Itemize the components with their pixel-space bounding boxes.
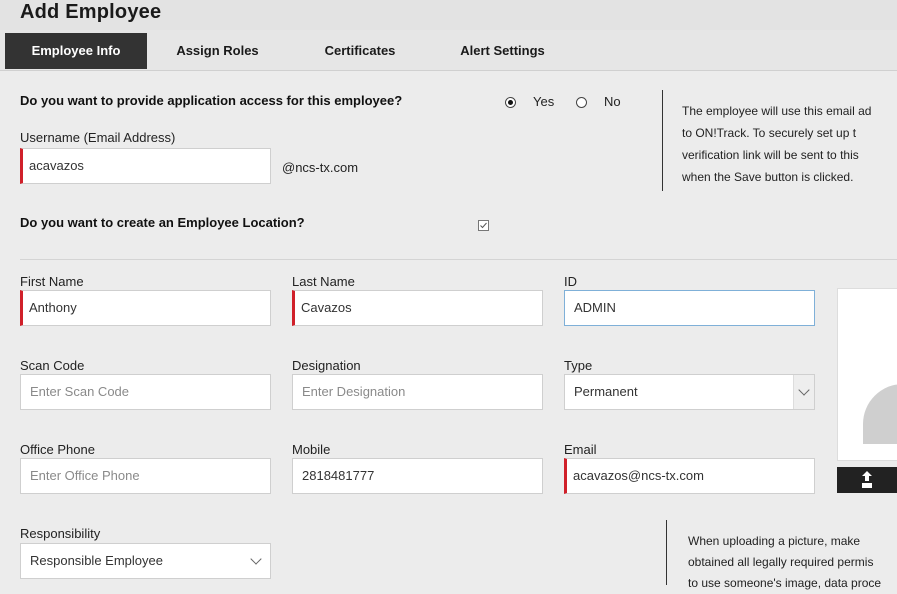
person-silhouette-body xyxy=(863,384,897,444)
email-label: Email xyxy=(564,442,597,457)
id-input[interactable]: ADMIN xyxy=(564,290,815,326)
type-label: Type xyxy=(564,358,593,373)
last-name-label: Last Name xyxy=(292,274,355,289)
type-value: Permanent xyxy=(574,384,638,399)
access-info-text: The employee will use this email ad to O… xyxy=(682,100,897,188)
username-label: Username (Email Address) xyxy=(20,130,176,145)
first-name-input[interactable]: Anthony xyxy=(20,290,271,326)
info-line: to ON!Track. To securely set up t xyxy=(682,126,857,140)
tab-certificates[interactable]: Certificates xyxy=(300,33,420,69)
chevron-down-icon xyxy=(798,384,810,396)
mobile-label: Mobile xyxy=(292,442,331,457)
page-title: Add Employee xyxy=(20,1,162,23)
info-line: verification link will be sent to this xyxy=(682,148,859,162)
responsibility-select[interactable]: Responsible Employee xyxy=(20,543,271,579)
yes-label: Yes xyxy=(533,94,555,109)
section-divider xyxy=(20,259,897,260)
chevron-down-icon xyxy=(250,553,262,565)
mobile-input[interactable]: 2818481777 xyxy=(292,458,543,494)
first-name-label: First Name xyxy=(20,274,84,289)
no-radio[interactable] xyxy=(576,97,587,108)
no-label: No xyxy=(604,94,621,109)
check-icon xyxy=(480,222,487,229)
designation-input[interactable]: Enter Designation xyxy=(292,374,543,410)
id-label: ID xyxy=(564,274,577,289)
tab-assign-roles[interactable]: Assign Roles xyxy=(160,33,275,69)
type-select[interactable]: Permanent xyxy=(564,374,815,410)
domain-suffix: @ncs-tx.com xyxy=(282,160,359,175)
info-divider xyxy=(662,90,663,191)
scan-code-label: Scan Code xyxy=(20,358,85,373)
scan-code-input[interactable]: Enter Scan Code xyxy=(20,374,271,410)
info-line: obtained all legally required permis xyxy=(688,555,874,569)
designation-label: Designation xyxy=(292,358,361,373)
employee-photo[interactable] xyxy=(837,288,897,461)
username-input[interactable]: acavazos xyxy=(20,148,271,184)
upload-icon xyxy=(862,471,872,488)
responsibility-label: Responsibility xyxy=(20,526,101,541)
tab-employee-info[interactable]: Employee Info xyxy=(5,33,147,69)
info-line: to use someone's image, data proce xyxy=(688,576,882,590)
info-line: The employee will use this email ad xyxy=(682,104,872,118)
info-line: when the Save button is clicked. xyxy=(682,170,854,184)
location-checkbox[interactable] xyxy=(478,220,489,231)
tab-alert-settings[interactable]: Alert Settings xyxy=(440,33,565,69)
last-name-input[interactable]: Cavazos xyxy=(292,290,543,326)
location-question: Do you want to create an Employee Locati… xyxy=(20,215,305,230)
yes-radio[interactable] xyxy=(505,97,516,108)
photo-upload-bar[interactable] xyxy=(837,467,897,493)
type-dropdown-toggle[interactable] xyxy=(793,375,814,409)
office-phone-label: Office Phone xyxy=(20,442,95,457)
photo-info-divider xyxy=(666,520,667,585)
responsibility-value: Responsible Employee xyxy=(30,553,163,568)
email-input[interactable]: acavazos@ncs-tx.com xyxy=(564,458,815,494)
info-line: When uploading a picture, make xyxy=(688,534,861,548)
tab-bar: Employee Info Assign Roles Certificates … xyxy=(0,30,897,71)
office-phone-input[interactable]: Enter Office Phone xyxy=(20,458,271,494)
access-question: Do you want to provide application acces… xyxy=(20,93,403,108)
